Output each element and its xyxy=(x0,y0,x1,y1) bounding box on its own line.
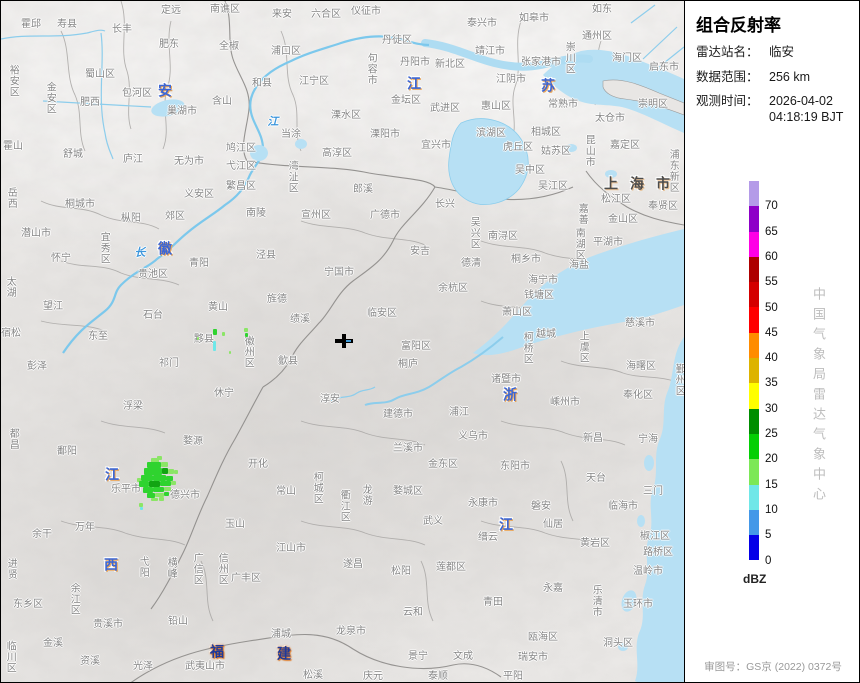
legend-tick-label: 70 xyxy=(765,200,778,212)
station-value: 临安 xyxy=(769,45,794,61)
legend-swatch xyxy=(749,307,759,332)
legend-swatch xyxy=(749,282,759,307)
time-row: 观测时间： 2026-04-02 04:18:19 BJT xyxy=(696,94,860,125)
map-canvas: 霍邱寿县定远南谯区来安六合区仪征市长丰肥东全椒裕安区蜀山区金安区包河区安肥西含山… xyxy=(1,1,684,683)
legend-tick-label: 60 xyxy=(765,251,778,263)
legend-tick-label: 0 xyxy=(765,555,771,567)
legend-swatch xyxy=(749,181,759,206)
legend-tick-label: 45 xyxy=(765,327,778,339)
range-label: 数据范围： xyxy=(696,70,769,86)
legend-tick-label: 65 xyxy=(765,226,778,238)
legend-swatch xyxy=(749,510,759,535)
time-value: 2026-04-02 04:18:19 BJT xyxy=(769,94,843,125)
legend-unit: dBZ xyxy=(743,572,766,586)
legend-swatch xyxy=(749,459,759,484)
info-panel: 组合反射率 雷达站名： 临安 数据范围： 256 km 观测时间： 2026-0… xyxy=(684,1,860,683)
watermark: 中国气象局雷达气象中心 xyxy=(809,287,828,507)
legend-swatch xyxy=(749,358,759,383)
legend-tick-label: 5 xyxy=(765,529,771,541)
legend-tick-label: 20 xyxy=(765,453,778,465)
legend-swatch xyxy=(749,383,759,408)
product-title: 组合反射率 xyxy=(696,11,860,36)
radar-viewer: 霍邱寿县定远南谯区来安六合区仪征市长丰肥东全椒裕安区蜀山区金安区包河区安肥西含山… xyxy=(0,0,860,683)
legend-swatch xyxy=(749,485,759,510)
legend-swatch xyxy=(749,535,759,560)
map-approval: 审图号：GS京 (2022) 0372号 xyxy=(685,659,860,674)
legend-tick-label: 35 xyxy=(765,377,778,389)
legend-swatch xyxy=(749,206,759,231)
range-value: 256 km xyxy=(769,70,810,86)
terrain-texture xyxy=(1,1,684,683)
range-row: 数据范围： 256 km xyxy=(696,70,860,86)
legend-swatch xyxy=(749,434,759,459)
station-row: 雷达站名： 临安 xyxy=(696,45,860,61)
legend-swatch xyxy=(749,409,759,434)
legend-tick-label: 10 xyxy=(765,504,778,516)
legend-tick-label: 25 xyxy=(765,428,778,440)
station-label: 雷达站名： xyxy=(696,45,769,61)
legend-tick-label: 15 xyxy=(765,479,778,491)
legend-swatch xyxy=(749,333,759,358)
legend-tick-label: 55 xyxy=(765,276,778,288)
time-date: 2026-04-02 xyxy=(769,94,843,110)
legend-tick-label: 30 xyxy=(765,403,778,415)
legend-scale: 7065605550454035302520151050 xyxy=(749,181,859,560)
legend-swatch xyxy=(749,257,759,282)
basemap xyxy=(1,1,684,683)
legend-tick-label: 40 xyxy=(765,352,778,364)
legend-swatch xyxy=(749,232,759,257)
time-label: 观测时间： xyxy=(696,94,769,125)
time-clock: 04:18:19 BJT xyxy=(769,110,843,126)
legend-tick-label: 50 xyxy=(765,302,778,314)
